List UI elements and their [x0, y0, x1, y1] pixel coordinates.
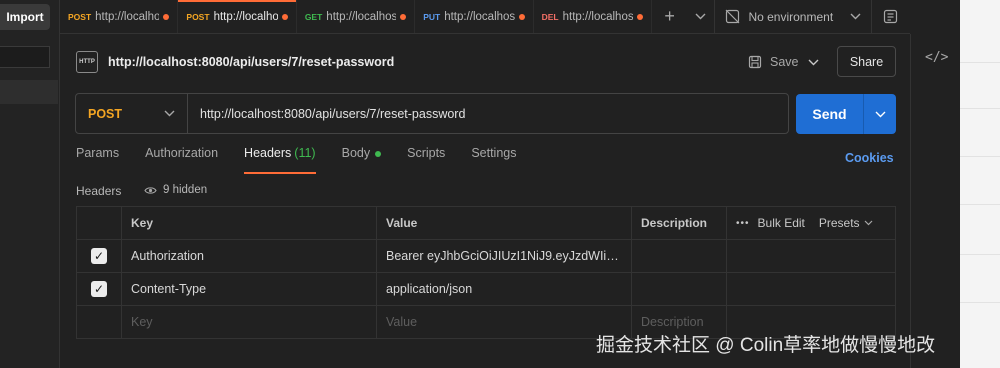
tab-body-label: Body	[341, 146, 371, 160]
bulk-edit-button[interactable]: Bulk Edit	[758, 216, 805, 230]
url-bar: POST	[75, 93, 789, 134]
tab-scripts[interactable]: Scripts	[407, 146, 445, 174]
table-actions: ••• Bulk Edit Presets	[726, 207, 896, 239]
header-key-cell[interactable]: Content-Type	[121, 273, 376, 305]
new-key-input[interactable]: Key	[121, 306, 376, 338]
tab-body[interactable]: Body	[342, 146, 382, 174]
header-value-text: Bearer eyJhbGciOiJIUzI1NiJ9.eyJzdWIiOi..…	[386, 249, 622, 263]
unsaved-dot-icon	[281, 13, 288, 20]
url-input[interactable]	[188, 94, 788, 133]
unsaved-dot-icon	[518, 13, 525, 20]
presets-label: Presets	[818, 216, 860, 230]
chevron-down-icon	[864, 220, 872, 226]
tab-authorization[interactable]: Authorization	[145, 146, 218, 174]
tab-settings[interactable]: Settings	[471, 146, 516, 174]
share-button[interactable]: Share	[837, 46, 896, 77]
cookies-link[interactable]: Cookies	[845, 151, 894, 165]
tab-headers[interactable]: Headers (11)	[244, 146, 316, 174]
column-header-value: Value	[376, 207, 631, 239]
send-options-chevron-icon[interactable]	[863, 94, 896, 134]
headers-table: Key Value Description ••• Bulk Edit Pres…	[76, 206, 896, 339]
hidden-headers-toggle[interactable]: 9 hidden	[144, 184, 207, 196]
save-options-chevron-icon[interactable]	[808, 50, 819, 74]
code-snippet-icon[interactable]: </>	[925, 50, 948, 65]
tab-method: DEL	[541, 11, 559, 22]
environment-label: No environment	[748, 9, 834, 24]
method-select[interactable]: POST	[76, 94, 188, 133]
table-row: ✓ Content-Type application/json	[76, 273, 896, 306]
sidebar-selected-item[interactable]	[0, 80, 58, 104]
tab-headers-label: Headers	[244, 146, 292, 160]
chevron-down-icon	[164, 110, 175, 117]
hidden-headers-count: 9 hidden	[163, 184, 208, 196]
request-tab-1[interactable]: POST http://localhos	[60, 0, 179, 33]
header-enabled-checkbox[interactable]: ✓	[91, 281, 107, 297]
unsaved-dot-icon	[400, 13, 407, 20]
import-button[interactable]: Import	[0, 4, 50, 30]
tab-title: http://localho	[213, 10, 278, 23]
request-subtabs: Params Authorization Headers (11) Body S…	[76, 146, 542, 174]
header-description-cell[interactable]	[631, 240, 726, 272]
column-header-key: Key	[121, 207, 376, 239]
presets-dropdown[interactable]: Presets	[819, 216, 873, 230]
body-indicator-dot-icon	[375, 151, 382, 157]
tab-title: http://localhos	[444, 10, 515, 23]
more-options-icon[interactable]: •••	[736, 218, 750, 229]
request-tab-4[interactable]: PUT http://localhos	[415, 0, 534, 33]
sidebar: Import	[0, 0, 60, 368]
request-tab-2[interactable]: POST http://localho	[178, 0, 297, 33]
tab-method: PUT	[423, 11, 441, 22]
header-description-cell[interactable]	[631, 273, 726, 305]
request-tab-5[interactable]: DEL http://localhos	[534, 0, 653, 33]
send-button-group: Send	[796, 94, 896, 134]
environment-selector[interactable]: No environment	[714, 0, 871, 33]
request-name[interactable]: http://localhost:8080/api/users/7/reset-…	[108, 55, 394, 69]
new-value-input[interactable]: Value	[376, 306, 631, 338]
header-enabled-checkbox[interactable]: ✓	[91, 248, 107, 264]
tab-title: http://localhos	[326, 10, 397, 23]
save-button[interactable]: Save	[748, 50, 799, 74]
headers-count-badge: (11)	[294, 146, 316, 160]
method-value: POST	[88, 106, 123, 121]
save-label: Save	[770, 55, 799, 69]
request-tab-3[interactable]: GET http://localhos	[297, 0, 416, 33]
header-value-cell[interactable]: application/json	[376, 273, 631, 305]
save-icon	[748, 55, 762, 69]
row-actions-cell	[726, 240, 896, 272]
table-row: ✓ Authorization Bearer eyJhbGciOiJIUzI1N…	[76, 240, 896, 273]
no-environment-icon	[726, 9, 740, 24]
background-window	[960, 0, 1000, 368]
tab-method: POST	[186, 11, 210, 22]
header-value-cell[interactable]: Bearer eyJhbGciOiJIUzI1NiJ9.eyJzdWIiOi..…	[376, 240, 631, 272]
tab-title: http://localhos	[95, 10, 160, 23]
tab-bar: POST http://localhos POST http://localho…	[60, 0, 910, 34]
tab-method: GET	[304, 11, 323, 22]
row-actions-cell	[726, 273, 896, 305]
new-tab-plus-icon[interactable]: +	[652, 0, 687, 33]
right-sidebar: </>	[910, 34, 960, 368]
unsaved-dot-icon	[637, 13, 644, 20]
table-header-row: Key Value Description ••• Bulk Edit Pres…	[76, 206, 896, 240]
chevron-down-icon	[850, 13, 861, 20]
headers-section-label: Headers	[76, 184, 122, 198]
header-key-cell[interactable]: Authorization	[121, 240, 376, 272]
header-value-text: application/json	[386, 282, 473, 296]
watermark: 掘金技术社区 @ Colin草率地做慢慢地改	[596, 335, 936, 356]
tab-params[interactable]: Params	[76, 146, 119, 174]
request-title: HTTP http://localhost:8080/api/users/7/r…	[76, 48, 394, 76]
tab-title: http://localhos	[562, 10, 634, 23]
sidebar-search-input[interactable]	[0, 46, 50, 68]
tabs-dropdown-chevron-icon[interactable]	[687, 0, 714, 33]
unsaved-dot-icon	[163, 13, 170, 20]
http-request-icon: HTTP	[76, 51, 98, 73]
eye-icon	[144, 186, 157, 194]
send-button[interactable]: Send	[796, 94, 863, 134]
tab-method: POST	[68, 11, 92, 22]
environment-quick-look-icon[interactable]	[870, 0, 910, 33]
column-header-description: Description	[631, 207, 726, 239]
